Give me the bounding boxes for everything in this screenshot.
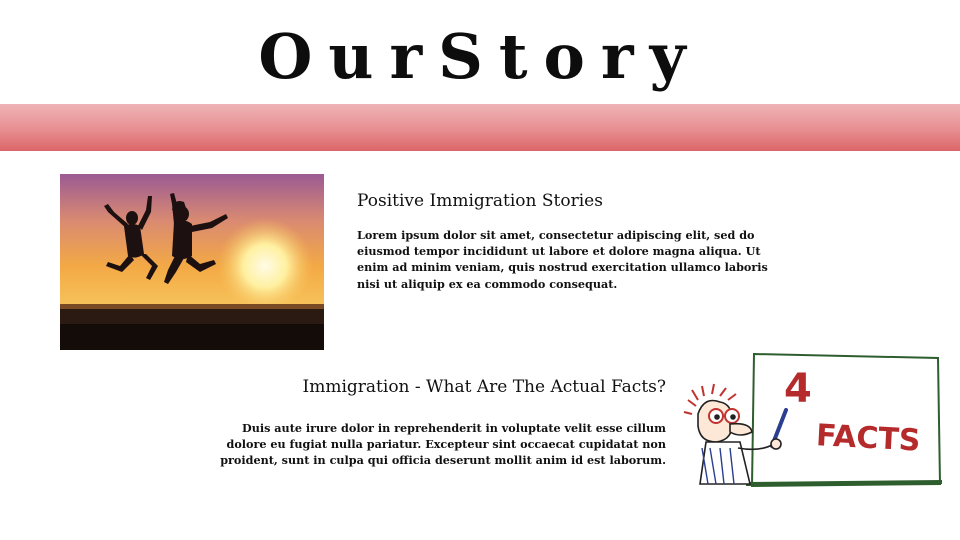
story-positive-immigration: Positive Immigration Stories Lorem ipsum…	[357, 189, 787, 292]
header-band	[0, 104, 960, 151]
page-title: OurStory	[258, 20, 702, 93]
board-word: FACTS	[815, 418, 921, 458]
story-2-body: Duis aute irure dolor in reprehenderit i…	[220, 421, 666, 468]
story-1-heading: Positive Immigration Stories	[357, 191, 603, 211]
story-1-body: Lorem ipsum dolor sit amet, consectetur …	[357, 228, 768, 291]
story-actual-facts: Immigration - What Are The Actual Facts?…	[220, 375, 666, 469]
board-number: 4	[784, 366, 812, 412]
jumping-people-photo	[60, 174, 324, 350]
facts-cartoon-image: 4 FACTS	[680, 344, 946, 504]
story-2-heading: Immigration - What Are The Actual Facts?	[302, 377, 666, 397]
